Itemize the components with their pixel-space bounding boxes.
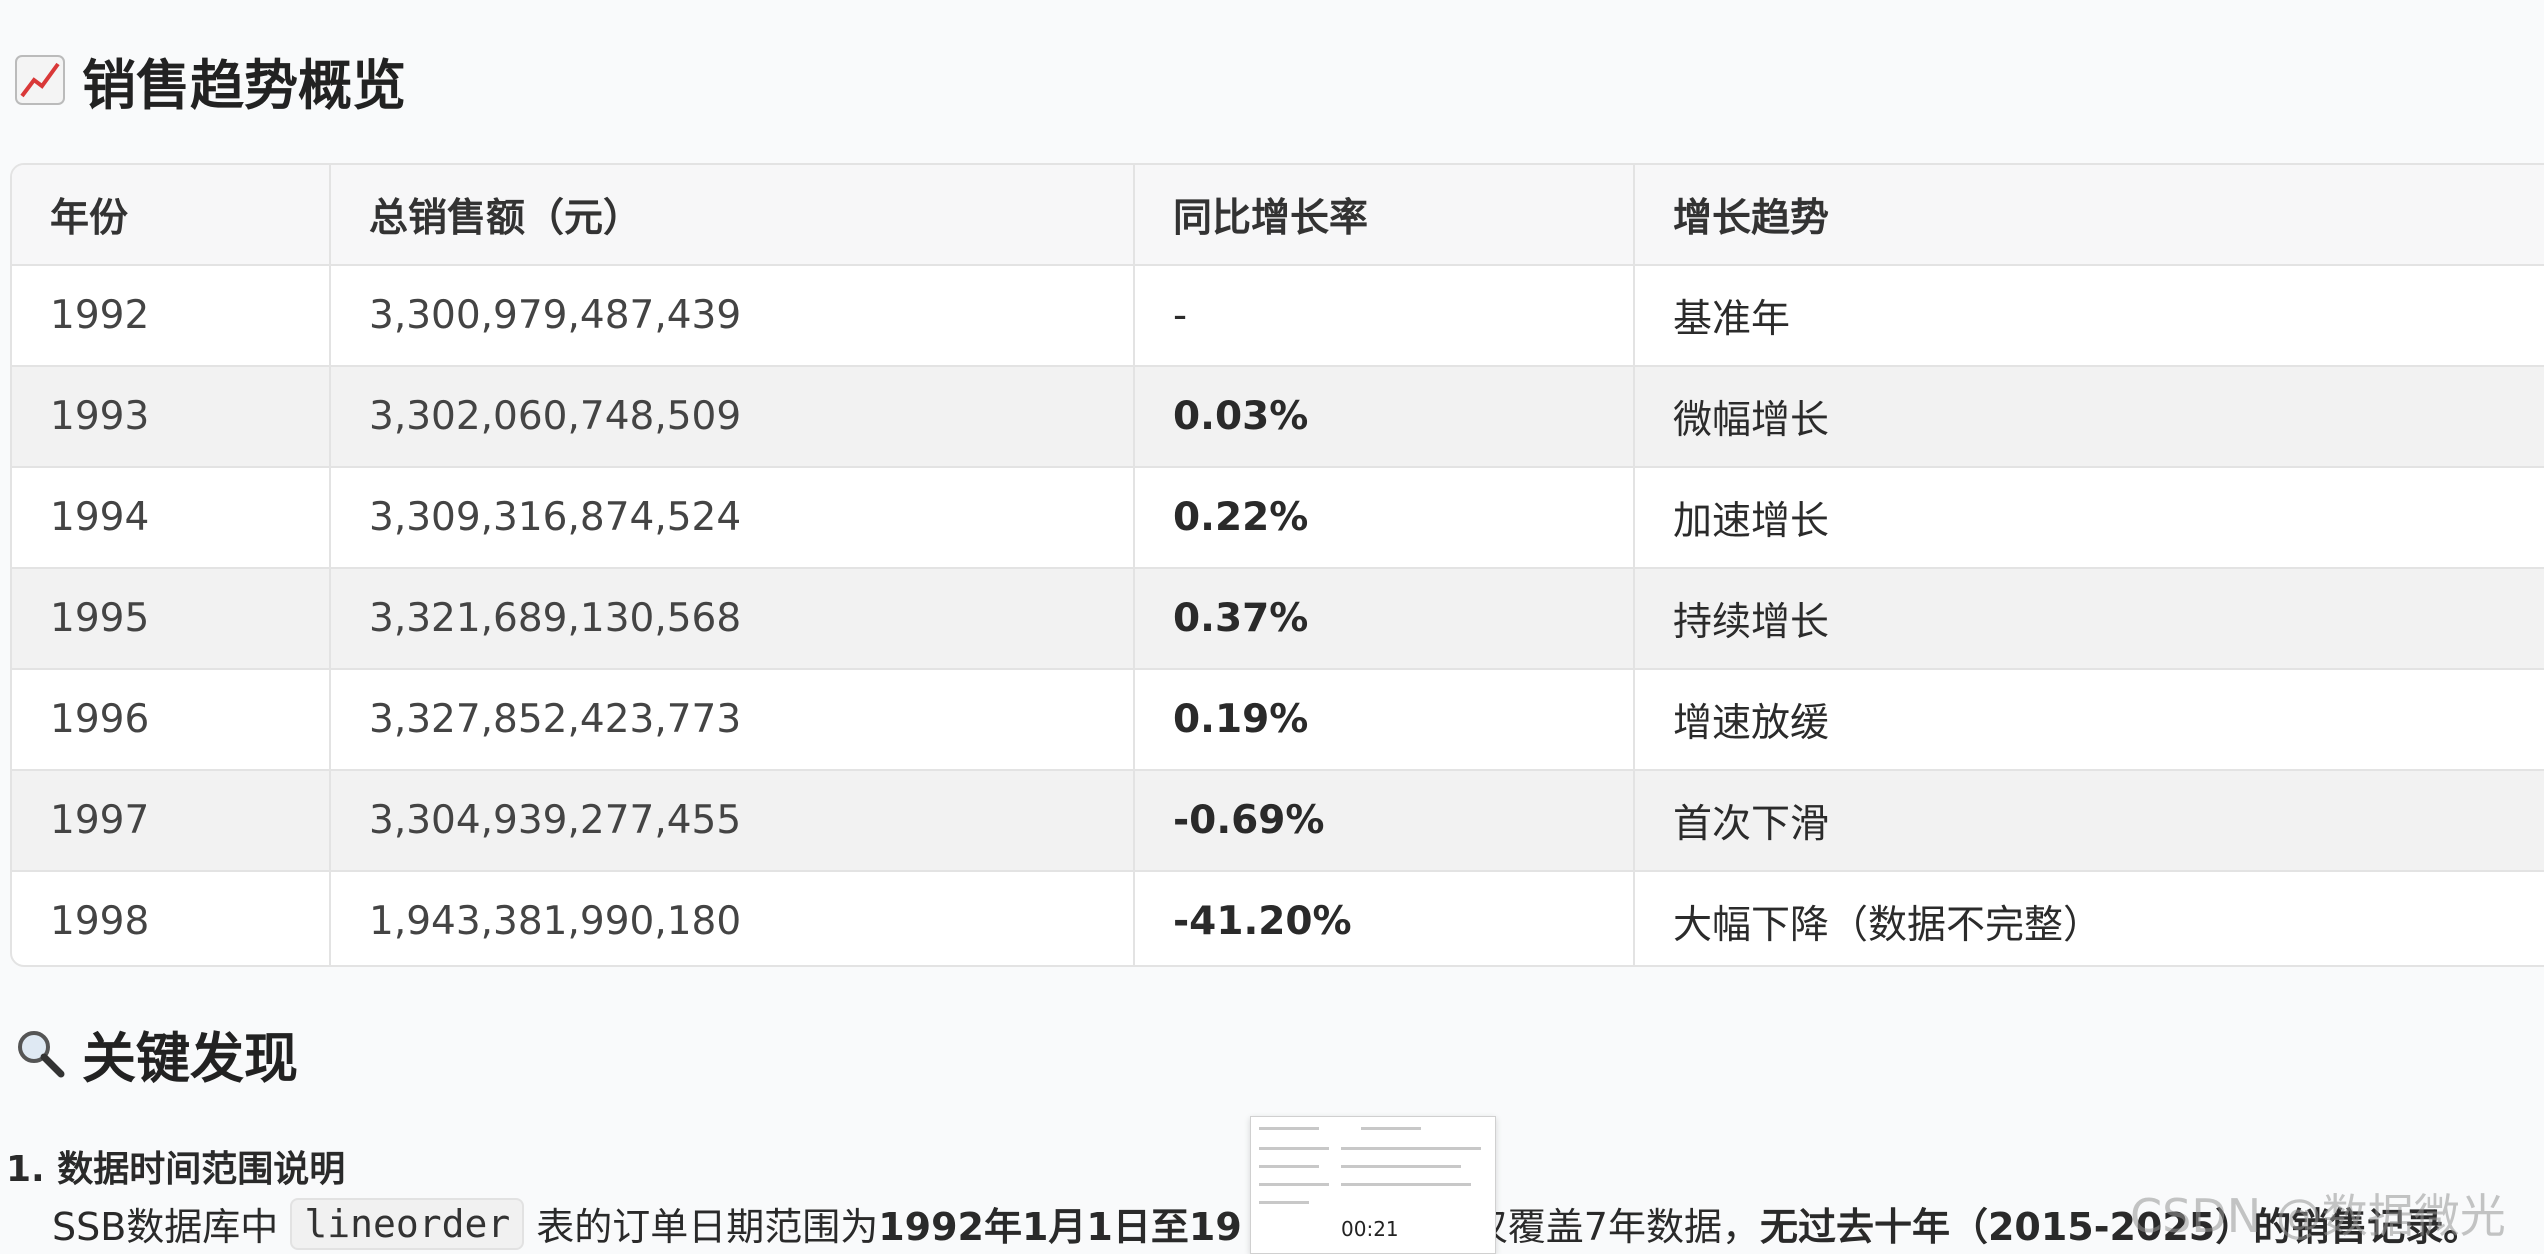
finding-number: 1.: [6, 1149, 45, 1190]
magnifier-icon: [18, 1031, 65, 1078]
sales-trend-title: 销售趋势概览: [14, 45, 406, 117]
cell-total: 3,304,939,277,455: [330, 770, 1135, 872]
sales-trend-title-text: 销售趋势概览: [82, 53, 406, 117]
cell-total: 3,309,316,874,524: [330, 467, 1135, 569]
cell-total: 3,302,060,748,509: [330, 366, 1135, 468]
cell-trend: 大幅下降（数据不完整）: [1634, 871, 2544, 965]
finding-bold-range: 1992年1月1日至19: [878, 1205, 1242, 1249]
cell-rate: -41.20%: [1134, 871, 1635, 965]
cell-trend: 持续增长: [1634, 568, 2544, 670]
cell-rate: 0.03%: [1134, 366, 1635, 468]
table-row: 1995 3,321,689,130,568 0.37% 持续增长: [12, 568, 2544, 670]
cell-year: 1993: [12, 366, 331, 468]
watermark: CSDN @数据微光: [2130, 1189, 2506, 1243]
finding-text-mid: 表的订单日期范围为: [536, 1205, 879, 1249]
cell-total: 3,300,979,487,439: [330, 265, 1135, 367]
cell-total: 1,943,381,990,180: [330, 871, 1135, 965]
cell-trend: 基准年: [1634, 265, 2544, 367]
cell-year: 1994: [12, 467, 331, 569]
cell-total: 3,327,852,423,773: [330, 669, 1135, 771]
header-year: 年份: [12, 165, 331, 266]
header-total: 总销售额（元）: [330, 165, 1135, 266]
cell-year: 1992: [12, 265, 331, 367]
table-row: 1993 3,302,060,748,509 0.03% 微幅增长: [12, 366, 2544, 468]
cell-rate: 0.22%: [1134, 467, 1635, 569]
header-rate: 同比增长率: [1134, 165, 1635, 266]
chart-increasing-icon: [15, 55, 65, 105]
header-trend: 增长趋势: [1634, 165, 2544, 266]
finding-heading-text: 数据时间范围说明: [57, 1149, 346, 1190]
cell-year: 1998: [12, 871, 331, 965]
key-findings-title-text: 关键发现: [82, 1026, 298, 1090]
cell-trend: 增速放缓: [1634, 669, 2544, 771]
cell-year: 1997: [12, 770, 331, 872]
table-row: 1996 3,327,852,423,773 0.19% 增速放缓: [12, 669, 2544, 771]
cell-rate: -: [1134, 265, 1635, 367]
cell-trend: 微幅增长: [1634, 366, 2544, 468]
video-thumbnail[interactable]: 00:21: [1250, 1116, 1496, 1254]
finding-heading: 1. 数据时间范围说明: [6, 1140, 345, 1192]
video-time: 00:21: [1337, 1217, 1403, 1241]
cell-rate: 0.37%: [1134, 568, 1635, 670]
cell-year: 1996: [12, 669, 331, 771]
table-row: 1998 1,943,381,990,180 -41.20% 大幅下降（数据不完…: [12, 871, 2544, 965]
cell-rate: 0.19%: [1134, 669, 1635, 771]
sales-table: 年份 总销售额（元） 同比增长率 增长趋势 1992 3,300,979,487…: [10, 163, 2544, 967]
inline-code: lineorder: [290, 1197, 525, 1250]
cell-rate: -0.69%: [1134, 770, 1635, 872]
key-findings-title: 关键发现: [14, 1018, 298, 1090]
cell-year: 1995: [12, 568, 331, 670]
table-row: 1992 3,300,979,487,439 - 基准年: [12, 265, 2544, 367]
table-header-row: 年份 总销售额（元） 同比增长率 增长趋势: [12, 165, 2544, 266]
table-row: 1994 3,309,316,874,524 0.22% 加速增长: [12, 467, 2544, 569]
cell-total: 3,321,689,130,568: [330, 568, 1135, 670]
cell-trend: 首次下滑: [1634, 770, 2544, 872]
table-row: 1997 3,304,939,277,455 -0.69% 首次下滑: [12, 770, 2544, 872]
finding-text-before: SSB数据库中: [52, 1205, 279, 1249]
cell-trend: 加速增长: [1634, 467, 2544, 569]
